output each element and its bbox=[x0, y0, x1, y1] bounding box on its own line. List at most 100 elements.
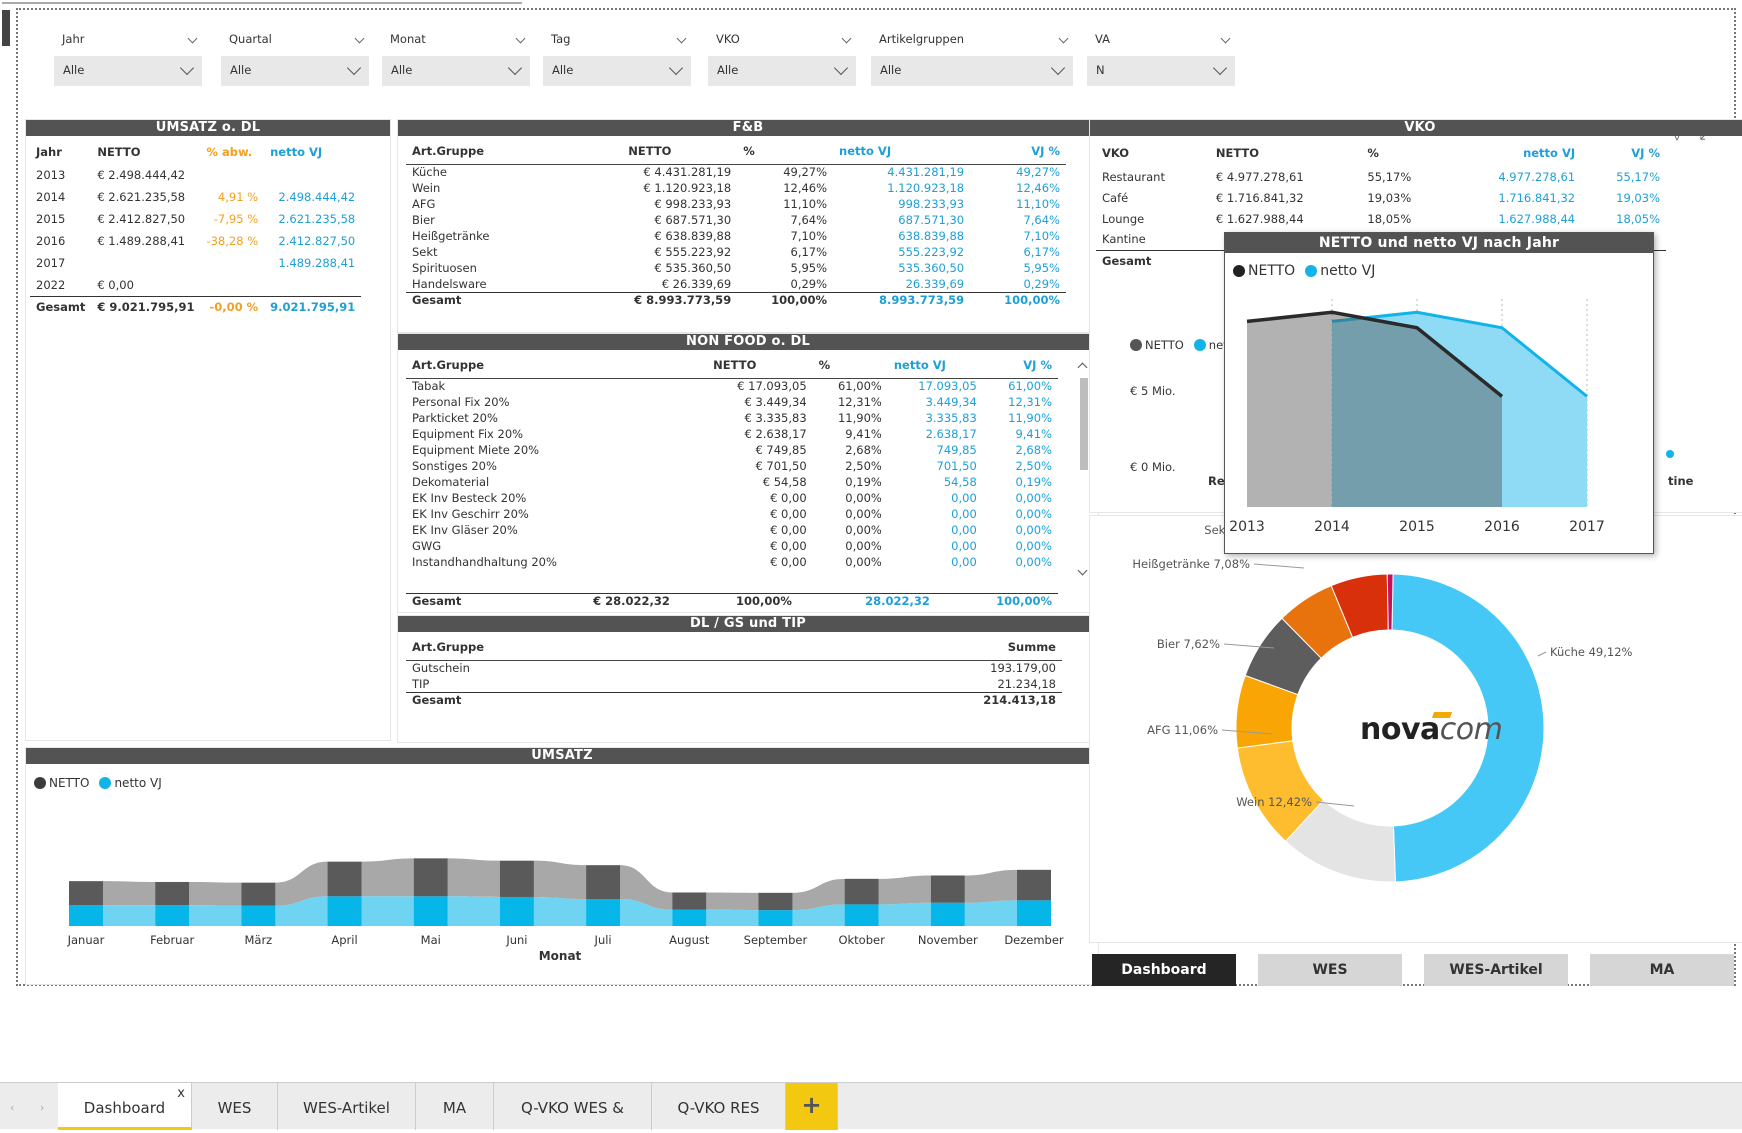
table-row[interactable]: Café € 1.716.841,32 19,03% 1.716.841,32 19,0… bbox=[1096, 187, 1666, 208]
col-header[interactable]: % abw. bbox=[200, 140, 264, 164]
table-row[interactable]: Sonstiges 20% € 701,50 2,50% 701,50 2,50% bbox=[406, 458, 1058, 474]
table-cell: Instandhandhaltung 20% bbox=[412, 555, 557, 569]
umsatz-ribbon-chart[interactable]: Januar Februar März April Mai Juni Juli August S… bbox=[26, 788, 1098, 978]
slicer-value-dropdown[interactable]: Alle bbox=[871, 56, 1073, 86]
col-header[interactable]: VJ % bbox=[1581, 140, 1666, 166]
nav-button-dashboard[interactable]: Dashboard bbox=[1092, 954, 1236, 986]
table-row[interactable]: 2015 € 2.412.827,50 -7,95 % 2.621.235,58 bbox=[30, 208, 361, 230]
table-cell: 1.120.923,18 bbox=[887, 181, 965, 195]
table-row[interactable]: Wein € 1.120.923,18 12,46% 1.120.923,18 12,4… bbox=[406, 180, 1066, 196]
col-header[interactable]: % bbox=[812, 352, 888, 379]
table-body: 2013 € 2.498.444,42 2014 € 2.621.235,58 4,91… bbox=[30, 164, 362, 318]
scrollbar-thumb[interactable] bbox=[1080, 378, 1088, 470]
scroll-down-icon[interactable] bbox=[1077, 565, 1088, 576]
slicer-value-dropdown[interactable]: Alle bbox=[543, 56, 691, 86]
table-row[interactable]: Spirituosen € 535.360,50 5,95% 535.360,50 5,… bbox=[406, 260, 1066, 276]
scrollbar[interactable] bbox=[1077, 362, 1090, 578]
table-row[interactable]: EK Inv Besteck 20% € 0,00 0,00% 0,00 0,00% bbox=[406, 490, 1058, 506]
col-header[interactable]: VJ % bbox=[970, 138, 1066, 165]
table-row[interactable]: Dekomaterial € 54,58 0,19% 54,58 0,19% bbox=[406, 474, 1058, 490]
table-row[interactable]: 2013 € 2.498.444,42 bbox=[30, 164, 361, 186]
table-cell: 21.234,18 bbox=[997, 676, 1056, 691]
table-row[interactable]: EK Inv Gläser 20% € 0,00 0,00% 0,00 0,00% bbox=[406, 522, 1058, 538]
table-row[interactable]: Lounge € 1.627.988,44 18,05% 1.627.988,44 18… bbox=[1096, 208, 1666, 229]
more-options-icon[interactable]: ⋯ bbox=[1728, 124, 1742, 144]
slicer-value-dropdown[interactable]: Alle bbox=[382, 56, 530, 86]
col-header[interactable]: netto VJ bbox=[887, 352, 983, 379]
slicer-quartal[interactable]: Quartal Alle bbox=[221, 32, 369, 94]
table-row[interactable]: Tabak € 17.093,05 61,00% 17.093,05 61,00% bbox=[406, 378, 1058, 394]
table-row[interactable]: EK Inv Geschirr 20% € 0,00 0,00% 0,00 0,00% bbox=[406, 506, 1058, 522]
col-header[interactable]: NETTO bbox=[91, 140, 200, 164]
tab-wes[interactable]: WES bbox=[192, 1083, 278, 1130]
col-header[interactable]: VJ % bbox=[982, 352, 1058, 379]
table-row[interactable]: 2016 € 1.489.288,41 -38,28 % 2.412.827,50 bbox=[30, 230, 361, 252]
table-row[interactable]: Equipment Fix 20% € 2.638,17 9,41% 2.638,17… bbox=[406, 426, 1058, 442]
ribbon-vj bbox=[706, 909, 759, 926]
table-cell: EK Inv Geschirr 20% bbox=[412, 507, 529, 521]
table-row[interactable]: Parkticket 20% € 3.335,83 11,90% 3.335,83 11… bbox=[406, 410, 1058, 426]
col-header[interactable]: NETTO bbox=[1210, 140, 1362, 166]
focus-mode-icon[interactable]: ⤢ bbox=[1699, 124, 1712, 144]
tab-ma[interactable]: MA bbox=[416, 1083, 494, 1130]
table-cell: 12,46% bbox=[783, 181, 828, 195]
table-cell: 8.993.773,59 bbox=[833, 291, 971, 308]
slicer-value-dropdown[interactable]: N bbox=[1087, 56, 1235, 86]
nonfood-scroll-area[interactable]: Art.Gruppe NETTO % netto VJ VJ % Tabak € … bbox=[398, 350, 1098, 608]
nav-button-wes[interactable]: WES bbox=[1258, 954, 1402, 986]
data-point-marker[interactable] bbox=[1666, 450, 1674, 458]
legend-item-netto[interactable]: NETTO bbox=[1130, 338, 1184, 352]
slicer-jahr[interactable]: Jahr Alle bbox=[54, 32, 202, 94]
slicer-vko[interactable]: VKO Alle bbox=[708, 32, 856, 94]
table-row[interactable]: Handelsware € 26.339,69 0,29% 26.339,69 0,29… bbox=[406, 276, 1066, 292]
table-row[interactable]: Küche € 4.431.281,19 49,27% 4.431.281,19 49,… bbox=[406, 164, 1066, 180]
table-row[interactable]: Bier € 687.571,30 7,64% 687.571,30 7,64% bbox=[406, 212, 1066, 228]
col-header[interactable]: VKO bbox=[1096, 140, 1210, 166]
close-icon[interactable]: x bbox=[177, 1069, 185, 1119]
table-row[interactable]: TIP 21.234,18 bbox=[406, 676, 1062, 692]
table-row[interactable]: 2017 1.489.288,41 bbox=[30, 252, 361, 274]
table-row[interactable]: Sekt € 555.223,92 6,17% 555.223,92 6,17% bbox=[406, 244, 1066, 260]
tab-scroll-right-icon[interactable]: › bbox=[40, 1101, 44, 1114]
slicer-artikelgruppen[interactable]: Artikelgruppen Alle bbox=[871, 32, 1073, 94]
slicer-value-dropdown[interactable]: Alle bbox=[54, 56, 202, 86]
table-row[interactable]: 2014 € 2.621.235,58 4,91 % 2.498.444,42 bbox=[30, 186, 361, 208]
slicer-tag[interactable]: Tag Alle bbox=[543, 32, 691, 94]
col-header[interactable]: NETTO bbox=[617, 352, 813, 379]
table-row[interactable]: GWG € 0,00 0,00% 0,00 0,00% bbox=[406, 538, 1058, 554]
tab-scroll-left-icon[interactable]: ‹ bbox=[10, 1101, 14, 1114]
col-header[interactable]: Summe bbox=[732, 634, 1062, 661]
col-header[interactable]: netto VJ bbox=[833, 138, 971, 165]
slicer-value-dropdown[interactable]: Alle bbox=[708, 56, 856, 86]
table-row[interactable]: 2022 € 0,00 bbox=[30, 274, 361, 296]
filter-icon[interactable]: ▽ bbox=[1671, 124, 1683, 144]
table-row[interactable]: Gutschein 193.179,00 bbox=[406, 660, 1062, 676]
col-header[interactable]: Jahr bbox=[30, 140, 91, 164]
col-header[interactable]: Art.Gruppe bbox=[406, 352, 618, 379]
tab-q-vko-wes[interactable]: Q-VKO WES & bbox=[494, 1083, 652, 1130]
col-header[interactable]: netto VJ bbox=[1446, 140, 1581, 166]
col-header[interactable]: NETTO bbox=[532, 138, 738, 165]
col-header[interactable]: netto VJ bbox=[264, 140, 361, 164]
add-page-button[interactable]: + bbox=[786, 1083, 838, 1130]
table-cell: € 687.571,30 bbox=[654, 213, 732, 227]
tab-wes-artikel[interactable]: WES-Artikel bbox=[278, 1083, 416, 1130]
slicer-monat[interactable]: Monat Alle bbox=[382, 32, 530, 94]
col-header[interactable]: Art.Gruppe bbox=[406, 138, 533, 165]
nav-button-wes-artikel[interactable]: WES-Artikel bbox=[1424, 954, 1568, 986]
table-row[interactable]: AFG € 998.233,93 11,10% 998.233,93 11,10% bbox=[406, 196, 1066, 212]
scroll-up-icon[interactable] bbox=[1077, 362, 1088, 373]
table-row[interactable]: Instandhandhaltung 20% € 0,00 0,00% 0,00 0,0… bbox=[406, 554, 1058, 570]
table-row[interactable]: Heißgetränke € 638.839,88 7,10% 638.839,88 7… bbox=[406, 228, 1066, 244]
slicer-value-dropdown[interactable]: Alle bbox=[221, 56, 369, 86]
table-row[interactable]: Personal Fix 20% € 3.449,34 12,31% 3.449,34… bbox=[406, 394, 1058, 410]
tab-q-vko-res[interactable]: Q-VKO RES bbox=[652, 1083, 786, 1130]
col-header[interactable]: % bbox=[737, 138, 834, 165]
nav-button-ma[interactable]: MA bbox=[1590, 954, 1734, 986]
table-row[interactable]: Restaurant € 4.977.278,61 55,17% 4.977.278,… bbox=[1096, 166, 1666, 187]
col-header[interactable]: Art.Gruppe bbox=[406, 634, 733, 661]
table-row[interactable]: Equipment Miete 20% € 749,85 2,68% 749,85 2,… bbox=[406, 442, 1058, 458]
col-header[interactable]: % bbox=[1361, 140, 1446, 166]
tab-dashboard[interactable]: Dashboard x bbox=[58, 1083, 192, 1130]
slicer-va[interactable]: VA N bbox=[1087, 32, 1235, 94]
